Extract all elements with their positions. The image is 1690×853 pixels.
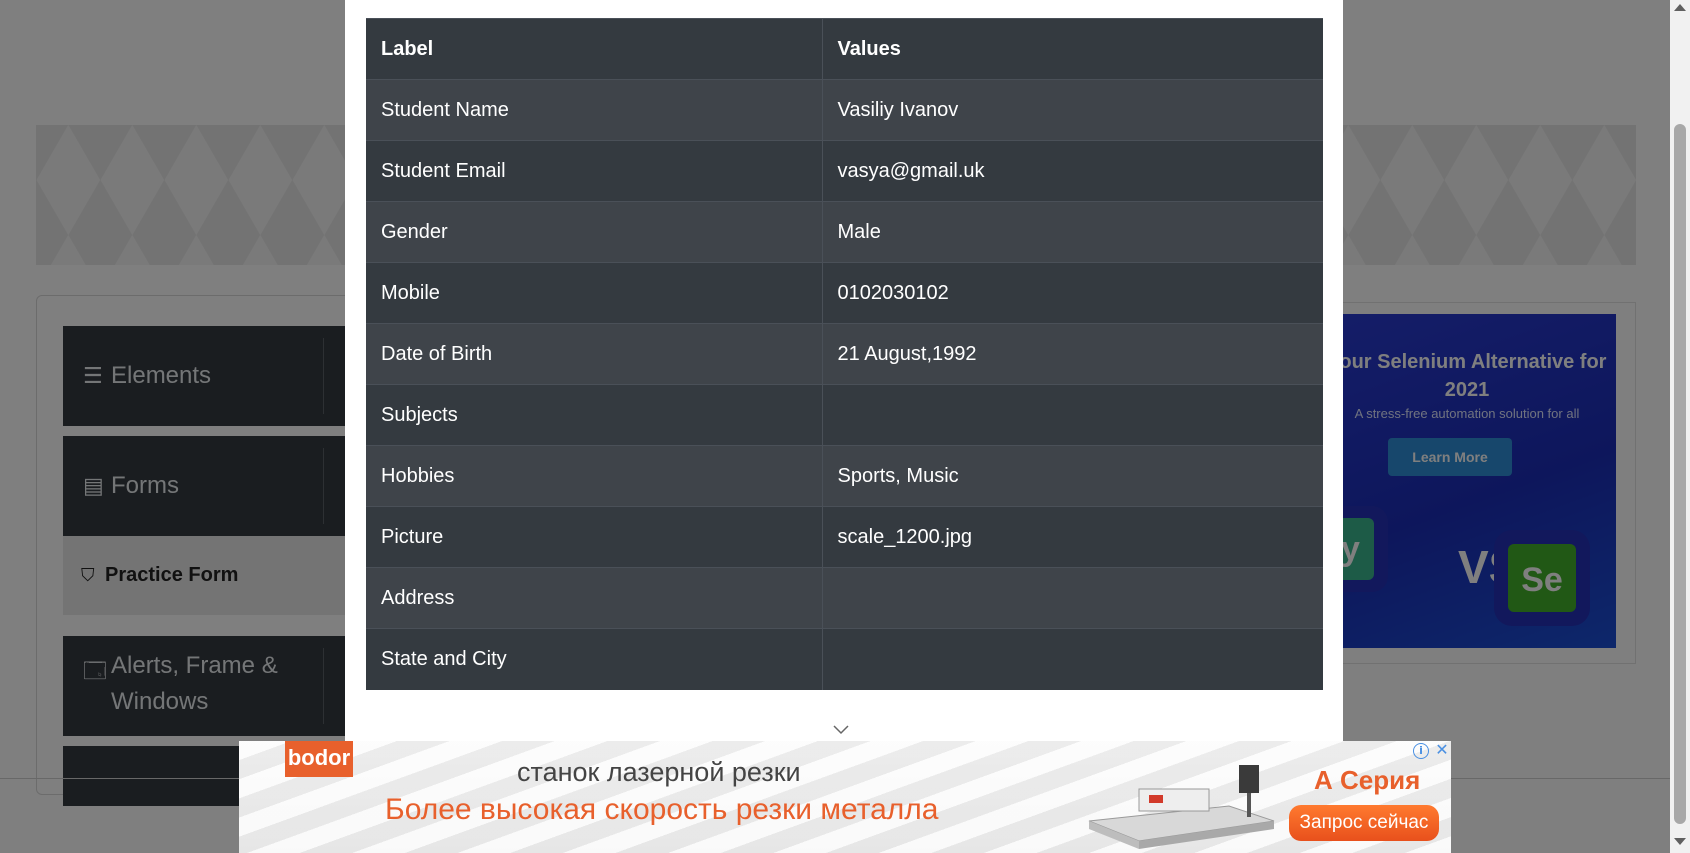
row-value [822,384,1323,446]
table-row: Date of Birth 21 August,1992 [366,323,1323,385]
row-label: Student Email [366,140,823,202]
row-label: Gender [366,201,823,263]
table-row: Hobbies Sports, Music [366,445,1323,507]
table-row: Student Name Vasiliy Ivanov [366,79,1323,141]
scroll-down-arrow-icon[interactable] [1674,838,1686,845]
row-label: Date of Birth [366,323,823,385]
table-row: Picture scale_1200.jpg [366,506,1323,568]
request-now-button[interactable]: Запрос сейчас [1289,805,1439,841]
row-value: 21 August,1992 [822,323,1323,385]
info-icon[interactable]: i [1413,743,1429,759]
results-modal: Label Values Student Name Vasiliy Ivanov… [345,0,1343,744]
scroll-up-arrow-icon[interactable] [1674,4,1686,11]
bodor-logo: bodor [285,741,353,777]
table-row: Mobile 0102030102 [366,262,1323,324]
ad-series: А Серия [1314,765,1421,795]
row-value [822,628,1323,690]
row-label: Mobile [366,262,823,324]
row-value: vasya@gmail.uk [822,140,1323,202]
row-value [822,567,1323,629]
row-value: Vasiliy Ivanov [822,79,1323,141]
row-label: Hobbies [366,445,823,507]
bottom-ad-banner[interactable]: bodor станок лазерной резки Более высока… [239,741,1451,853]
row-label: Address [366,567,823,629]
row-value: scale_1200.jpg [822,506,1323,568]
row-label: Student Name [366,79,823,141]
results-table: Label Values Student Name Vasiliy Ivanov… [366,18,1323,690]
row-label: Subjects [366,384,823,446]
column-header-values: Values [822,18,1323,80]
close-icon[interactable]: ✕ [1433,741,1451,759]
table-row: State and City [366,628,1323,690]
row-value: Male [822,201,1323,263]
table-row: Gender Male [366,201,1323,263]
scrollbar-thumb[interactable] [1674,124,1686,824]
chevron-down-icon [833,725,849,735]
laser-machine-image [1088,765,1275,849]
row-label: State and City [366,628,823,690]
row-label: Picture [366,506,823,568]
table-row: Subjects [366,384,1323,446]
row-value: 0102030102 [822,262,1323,324]
table-header-row: Label Values [366,18,1323,80]
ad-tagline: Более высокая скорость резки металла [385,793,939,826]
page-scrollbar[interactable] [1670,0,1690,853]
ad-title: станок лазерной резки [517,757,801,787]
table-row: Address [366,567,1323,629]
column-header-label: Label [366,18,823,80]
row-value: Sports, Music [822,445,1323,507]
table-row: Student Email vasya@gmail.uk [366,140,1323,202]
